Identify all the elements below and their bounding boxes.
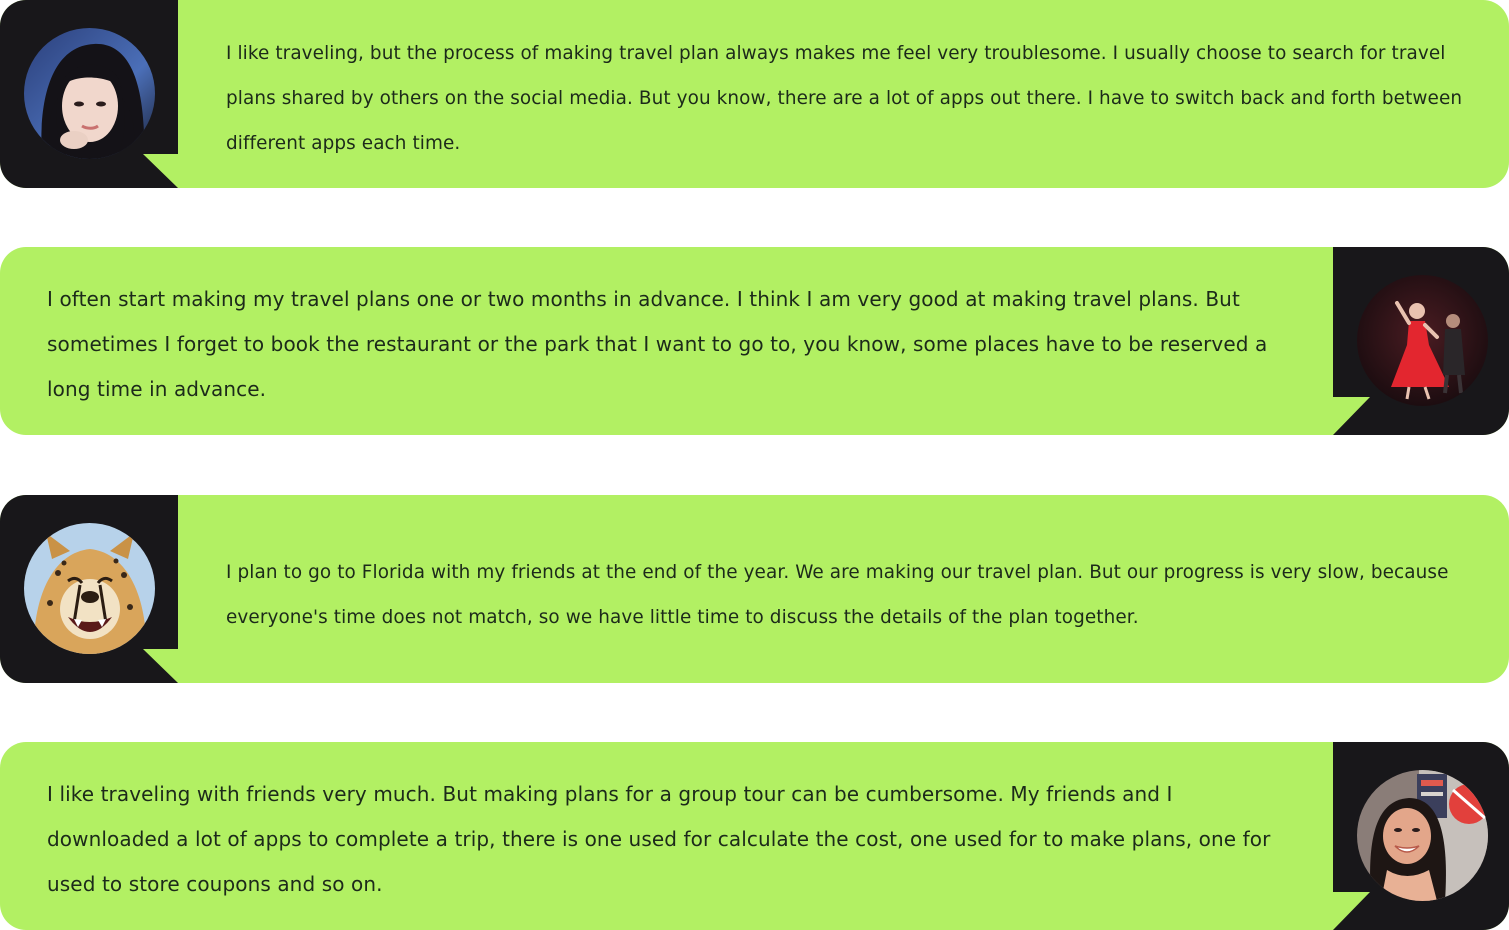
avatar-woman-dark-hair-icon [24,28,155,159]
quote-text: I like traveling, but the process of mak… [226,43,1463,154]
quote-card-3: I plan to go to Florida with my friends … [0,495,1509,683]
speech-tail [1333,892,1370,930]
quote-card-2: I often start making my travel plans one… [0,247,1509,435]
avatar-dancers-red-dress-icon [1357,275,1488,406]
quote-text: I plan to go to Florida with my friends … [226,562,1449,628]
avatar-cheetah-icon [24,523,155,654]
quote-card-4: I like traveling with friends very much.… [0,742,1509,930]
quote-card-1: I like traveling, but the process of mak… [0,0,1509,188]
quote-text: I like traveling with friends very much.… [47,782,1271,896]
quote-text: I often start making my travel plans one… [47,287,1268,401]
speech-tail [143,649,178,683]
speech-tail [143,154,178,188]
speech-tail [1333,397,1370,435]
avatar-smiling-woman-icon [1357,770,1488,901]
